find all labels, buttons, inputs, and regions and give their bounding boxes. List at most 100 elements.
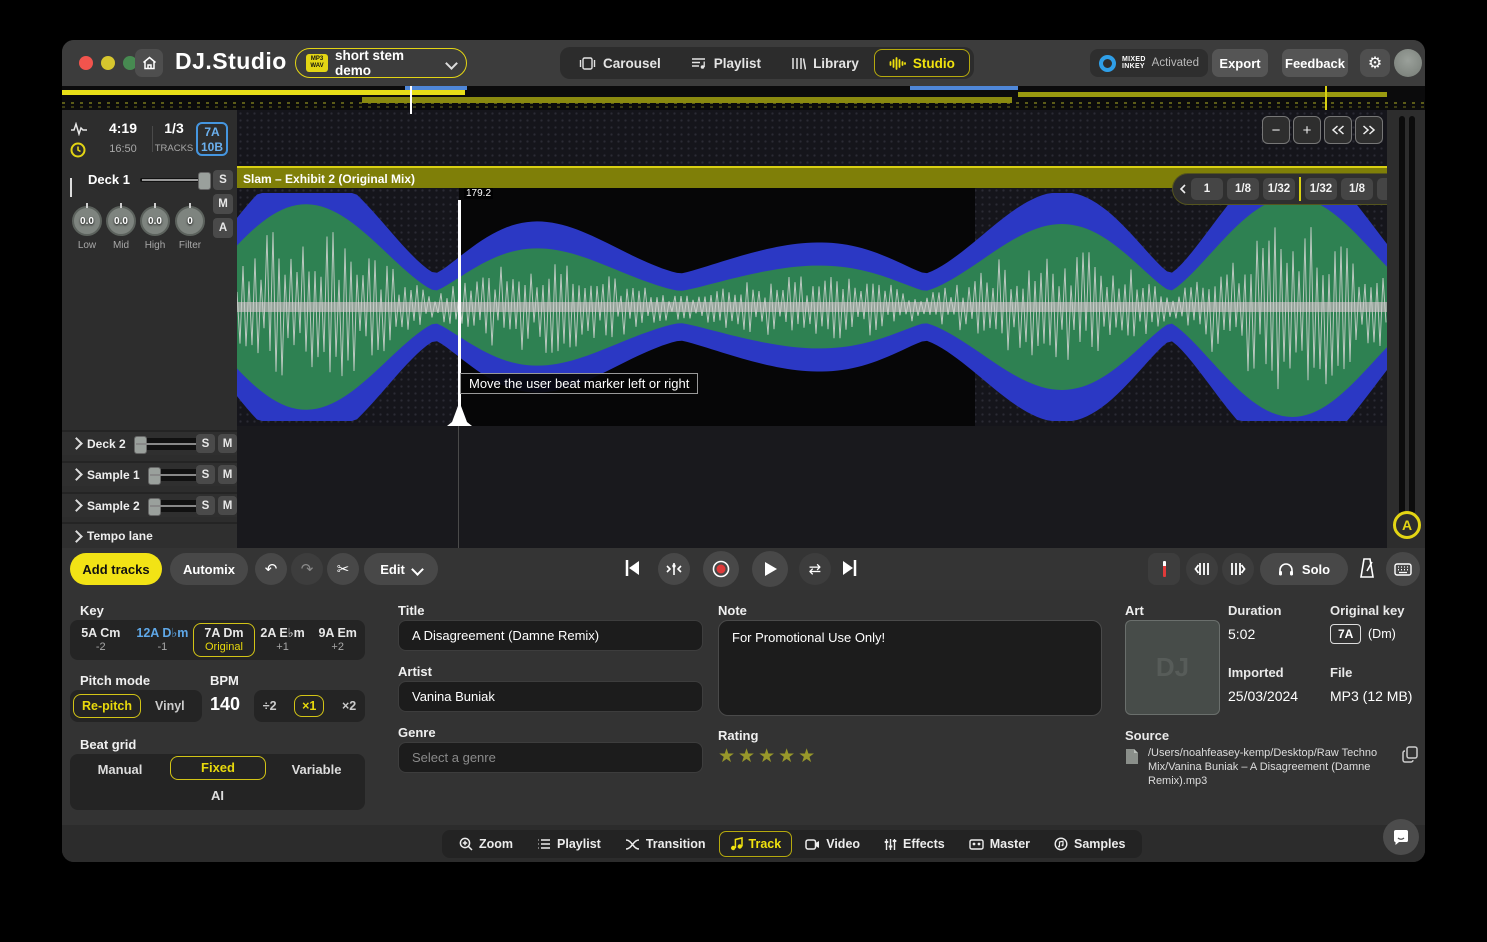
filter-knob[interactable]: 0 xyxy=(175,206,205,236)
jump-fwd-1-8[interactable]: 1/8 xyxy=(1341,178,1373,200)
key-option-2a[interactable]: 2A E♭m+1 xyxy=(255,626,311,654)
rewind-button[interactable] xyxy=(1324,116,1352,144)
scrollbar-track-2[interactable] xyxy=(1409,116,1415,514)
sample2-mute-button[interactable]: M xyxy=(218,496,237,515)
shortcuts-button[interactable] xyxy=(1386,552,1420,586)
add-beat-marker-button[interactable] xyxy=(1148,553,1180,585)
tab-track[interactable]: Track xyxy=(719,831,793,857)
minimize-window-button[interactable] xyxy=(101,56,115,70)
close-window-button[interactable] xyxy=(79,56,93,70)
tab-playlist-bottom[interactable]: Playlist xyxy=(526,831,612,857)
cut-button[interactable]: ✂ xyxy=(327,553,359,585)
mixedinkey-badge[interactable]: MIXED INKEY Activated xyxy=(1090,49,1208,77)
user-avatar[interactable] xyxy=(1394,49,1422,77)
tab-library[interactable]: Library xyxy=(776,49,874,77)
beatgrid-ai-option[interactable]: AI xyxy=(70,788,365,803)
chevron-left-icon[interactable] xyxy=(1179,184,1187,194)
note-textarea[interactable]: For Promotional Use Only! xyxy=(718,620,1102,716)
high-knob[interactable]: 0.0 xyxy=(140,206,170,236)
tab-carousel[interactable]: Carousel xyxy=(564,49,676,77)
solo-button[interactable]: Solo xyxy=(1260,553,1348,585)
bpm-value[interactable]: 140 xyxy=(210,694,240,715)
scrollbar-track-1[interactable] xyxy=(1399,116,1405,514)
add-tracks-button[interactable]: Add tracks xyxy=(70,553,162,585)
sample2-solo-button[interactable]: S xyxy=(196,496,215,515)
overview-marker[interactable] xyxy=(1325,86,1327,110)
fast-forward-button[interactable] xyxy=(1355,116,1383,144)
zoom-in-button[interactable]: + xyxy=(1293,116,1321,144)
autopilot-badge[interactable]: A xyxy=(1393,511,1421,539)
deck2-mute-button[interactable]: M xyxy=(218,434,237,453)
project-selector[interactable]: MP3 WAV short stem demo xyxy=(295,48,467,78)
bpm-x1-option[interactable]: ×1 xyxy=(294,695,324,717)
undo-button[interactable]: ↶ xyxy=(255,553,287,585)
record-button[interactable] xyxy=(703,551,739,587)
deck1-solo-button[interactable]: S xyxy=(213,170,233,190)
album-art[interactable]: DJ xyxy=(1125,620,1220,715)
deck1-volume-handle[interactable] xyxy=(198,172,211,190)
overview-timeline[interactable] xyxy=(62,86,1425,110)
bpm-x2-option[interactable]: ×2 xyxy=(342,699,356,713)
nudge-left-button[interactable] xyxy=(1186,553,1218,585)
user-beat-marker-base[interactable] xyxy=(447,406,472,426)
deck2-solo-button[interactable]: S xyxy=(196,434,215,453)
key-option-9a[interactable]: 9A Em+2 xyxy=(310,626,365,654)
mid-knob[interactable]: 0.0 xyxy=(106,206,136,236)
automix-button[interactable]: Automix xyxy=(170,553,248,585)
skip-to-start-button[interactable] xyxy=(622,558,642,578)
genre-input[interactable] xyxy=(398,742,703,773)
go-to-playhead-button[interactable] xyxy=(658,553,690,585)
beatgrid-variable-option[interactable]: Variable xyxy=(268,762,365,777)
bpm-half-option[interactable]: ÷2 xyxy=(263,699,277,713)
loop-button[interactable]: ⇄ xyxy=(799,553,831,585)
settings-button[interactable]: ⚙ xyxy=(1360,49,1390,77)
jump-fwd-1-32[interactable]: 1/32 xyxy=(1305,178,1337,200)
nudge-right-button[interactable] xyxy=(1222,553,1254,585)
low-knob[interactable]: 0.0 xyxy=(72,206,102,236)
sample1-solo-button[interactable]: S xyxy=(196,465,215,484)
tempo-lane[interactable]: Tempo lane xyxy=(62,522,237,548)
support-chat-button[interactable] xyxy=(1383,819,1419,855)
skip-to-end-button[interactable] xyxy=(840,558,860,578)
key-option-7a-original[interactable]: 7A DmOriginal xyxy=(193,623,255,657)
key-option-12a[interactable]: 12A D♭m-1 xyxy=(132,626,194,654)
source-path[interactable]: /Users/noahfeasey-kemp/Desktop/Raw Techn… xyxy=(1148,746,1394,788)
copy-icon[interactable] xyxy=(1402,746,1418,763)
home-button[interactable] xyxy=(135,49,163,77)
key-range-badge[interactable]: 7A 10B xyxy=(196,122,228,156)
zoom-out-button[interactable]: − xyxy=(1262,116,1290,144)
deck2-lane[interactable]: Deck 2 S M xyxy=(62,430,237,455)
sample1-lane[interactable]: Sample 1 S M xyxy=(62,461,237,486)
title-input[interactable] xyxy=(398,620,703,651)
tab-transition[interactable]: Transition xyxy=(614,831,717,857)
beatgrid-fixed-option[interactable]: Fixed xyxy=(170,756,266,780)
rating-stars[interactable]: ★★★★★ xyxy=(718,745,818,768)
tab-video[interactable]: Video xyxy=(794,831,871,857)
overview-playhead[interactable] xyxy=(410,86,412,114)
tab-master[interactable]: Master xyxy=(958,831,1041,857)
deck1-mute-button[interactable]: M xyxy=(213,194,233,214)
tab-samples[interactable]: Samples xyxy=(1043,831,1136,857)
play-button[interactable] xyxy=(752,551,788,587)
tab-studio[interactable]: Studio xyxy=(874,49,970,77)
tab-playlist[interactable]: Playlist xyxy=(676,49,776,77)
waveform-canvas[interactable]: 179.2 Move the user beat marker left or … xyxy=(237,188,1387,426)
sample1-mute-button[interactable]: M xyxy=(218,465,237,484)
deck2-volume-slider[interactable] xyxy=(134,438,206,450)
tab-zoom[interactable]: Zoom xyxy=(448,831,524,857)
jump-back-1[interactable]: 1 xyxy=(1191,178,1223,200)
vinyl-option[interactable]: Vinyl xyxy=(155,699,185,713)
jump-back-1-8[interactable]: 1/8 xyxy=(1227,178,1259,200)
beatgrid-manual-option[interactable]: Manual xyxy=(70,762,170,777)
feedback-button[interactable]: Feedback xyxy=(1282,49,1348,77)
deck1-volume-slider[interactable] xyxy=(140,178,210,182)
artist-input[interactable] xyxy=(398,681,703,712)
jump-back-1-32[interactable]: 1/32 xyxy=(1263,178,1295,200)
repitch-option[interactable]: Re-pitch xyxy=(73,694,141,718)
metronome-button[interactable] xyxy=(1357,557,1377,579)
export-button[interactable]: Export xyxy=(1212,49,1268,77)
deck1-collapse-chevron[interactable] xyxy=(70,178,72,196)
tab-effects[interactable]: Effects xyxy=(873,831,956,857)
sample2-lane[interactable]: Sample 2 S M xyxy=(62,492,237,517)
key-option-5a[interactable]: 5A Cm-2 xyxy=(70,626,132,654)
